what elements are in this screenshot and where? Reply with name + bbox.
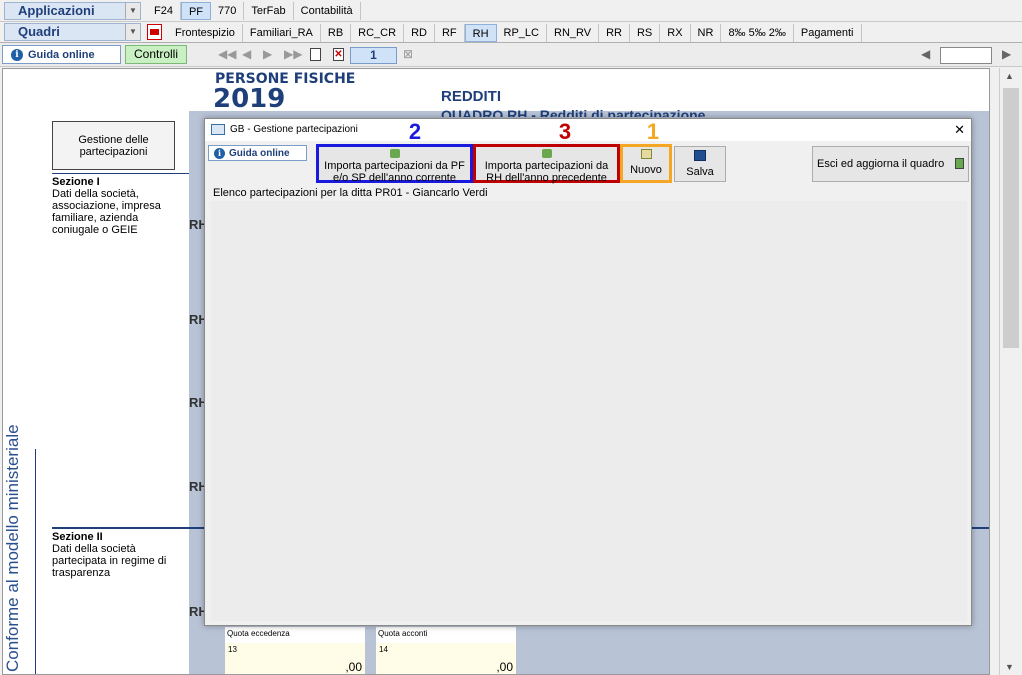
import-rh-button[interactable]: Importa partecipazioni da RH dell'anno p…	[473, 144, 620, 184]
esci-label: Esci ed aggiorna il quadro	[817, 158, 945, 170]
vertical-scrollbar[interactable]: ▲ ▼	[999, 68, 1021, 675]
last-page-icon[interactable]: ▶▶	[284, 47, 302, 61]
quadri-select[interactable]: Quadri ▼	[4, 23, 141, 41]
redditi-title: REDDITI	[441, 88, 501, 105]
import-pf-sp-label: Importa partecipazioni da PF e/o SP dell…	[324, 160, 465, 184]
partecipazioni-list[interactable]	[211, 201, 967, 621]
sezione1-desc: Dati della società, associazione, impres…	[52, 188, 161, 236]
dialog-guida-label: Guida online	[229, 147, 290, 159]
divider	[35, 449, 36, 674]
info-icon: i	[214, 147, 225, 159]
annotation-3: 3	[558, 119, 572, 144]
esci-aggiorna-button[interactable]: Esci ed aggiorna il quadro	[812, 146, 969, 182]
zoom-field[interactable]	[940, 47, 992, 64]
list-caption: Elenco partecipazioni per la ditta PR01 …	[213, 187, 488, 199]
quadro-tab-7[interactable]: RP_LC	[497, 23, 547, 42]
page-delete-icon[interactable]: ⊠	[403, 47, 413, 61]
next-page-icon[interactable]: ▶	[263, 47, 272, 61]
nuovo-label: Nuovo	[630, 164, 662, 176]
quadro-tab-9[interactable]: RR	[599, 23, 630, 42]
save-icon	[694, 150, 706, 161]
quota-acconti-field[interactable]: Quota acconti 14 ,00	[376, 627, 516, 674]
dialog-guida-online-button[interactable]: i Guida online	[208, 145, 307, 161]
prev-page-icon[interactable]: ◀	[242, 47, 251, 61]
sezione2-title: Sezione II	[52, 531, 103, 543]
quota-eccedenza-label: Quota eccedenza	[227, 629, 290, 638]
field-value: ,00	[496, 660, 513, 674]
pdf-icon[interactable]	[147, 24, 162, 40]
quadro-tab-14[interactable]: Pagamenti	[794, 23, 862, 42]
controlli-button[interactable]: Controlli	[125, 45, 187, 64]
app-tabs: F24 PF 770 TerFab Contabilità	[147, 0, 361, 22]
field-number: 13	[228, 645, 237, 654]
gestione-partecipazioni-button[interactable]: Gestione delle partecipazioni	[52, 121, 175, 170]
dialog-title: GB - Gestione partecipazioni	[230, 124, 358, 135]
salva-label: Salva	[686, 166, 714, 178]
quadro-tab-6[interactable]: RH	[464, 23, 497, 42]
app-tab-4[interactable]: Contabilità	[294, 2, 361, 20]
top-toolbar: Applicazioni ▼ F24 PF 770 TerFab Contabilità	[0, 0, 1022, 22]
window-icon	[211, 124, 225, 135]
quadro-tab-12[interactable]: NR	[691, 23, 722, 42]
guida-online-button[interactable]: i Guida online	[2, 45, 121, 64]
quadro-tab-0[interactable]: Frontespizio	[168, 23, 243, 42]
import-icon	[541, 149, 552, 158]
quadro-tab-1[interactable]: Familiari_RA	[243, 23, 321, 42]
quadro-tab-10[interactable]: RS	[630, 23, 661, 42]
app-tab-2[interactable]: 770	[211, 2, 245, 20]
app-tab-0[interactable]: F24	[147, 2, 181, 20]
scroll-thumb[interactable]	[1003, 88, 1019, 348]
dialog-titlebar: GB - Gestione partecipazioni ✕	[205, 119, 971, 141]
chevron-down-icon[interactable]: ▼	[125, 24, 140, 40]
quadro-tab-2[interactable]: RB	[321, 23, 352, 42]
scroll-down-icon[interactable]: ▼	[1005, 662, 1014, 672]
quadro-tab-3[interactable]: RC_CR	[351, 23, 405, 42]
app-tab-1[interactable]: PF	[180, 2, 212, 20]
import-icon	[389, 149, 400, 158]
quadro-tab-4[interactable]: RD	[404, 23, 435, 42]
quadro-tab-5[interactable]: RF	[435, 23, 465, 42]
field-number: 14	[379, 645, 388, 654]
quadro-tab-11[interactable]: RX	[660, 23, 691, 42]
guida-online-label: Guida online	[28, 48, 95, 61]
chevron-down-icon[interactable]: ▼	[125, 3, 140, 19]
sezione2-desc: Dati della società partecipata in regime…	[52, 543, 167, 579]
import-rh-label: Importa partecipazioni da RH dell'anno p…	[484, 160, 609, 184]
nuovo-button[interactable]: Nuovo	[620, 144, 672, 183]
applicazioni-select[interactable]: Applicazioni ▼	[4, 2, 141, 20]
scroll-right-icon[interactable]: ▶	[1002, 47, 1011, 61]
quadri-toolbar: Quadri ▼ Frontespizio Familiari_RA RB RC_CR…	[0, 22, 1022, 43]
new-icon	[640, 149, 652, 159]
quadro-tab-13[interactable]: 8‰ 5‰ 2‰	[721, 23, 794, 42]
exit-icon	[955, 158, 964, 169]
field-value: ,00	[345, 660, 362, 674]
quadro-tab-8[interactable]: RN_RV	[547, 23, 600, 42]
sezione1-title: Sezione I	[52, 176, 100, 188]
quadri-tabs: Frontespizio Familiari_RA RB RC_CR RD RF RH RP_…	[168, 22, 862, 43]
close-icon[interactable]: ✕	[954, 122, 965, 138]
quadro-title: QUADRO RH - Redditi di partecipazione	[441, 107, 706, 117]
quota-acconti-label: Quota acconti	[378, 629, 428, 638]
new-page-icon[interactable]	[310, 48, 321, 61]
annotation-2: 2	[408, 119, 422, 144]
salva-button[interactable]: Salva	[674, 146, 726, 182]
import-pf-sp-button[interactable]: Importa partecipazioni da PF e/o SP dell…	[316, 144, 473, 184]
quadri-label: Quadri	[18, 24, 60, 39]
scroll-up-icon[interactable]: ▲	[1005, 71, 1014, 81]
first-page-icon[interactable]: ◀◀	[218, 47, 236, 61]
year-title: 2019	[213, 84, 286, 114]
delete-page-icon[interactable]: ✕	[333, 48, 344, 61]
scroll-left-icon[interactable]: ◀	[921, 47, 930, 61]
page-number-field[interactable]: 1	[350, 47, 397, 64]
annotation-1: 1	[646, 119, 660, 144]
quota-eccedenza-field[interactable]: Quota eccedenza 13 ,00	[225, 627, 365, 674]
applicazioni-label: Applicazioni	[18, 3, 95, 18]
divider	[52, 173, 189, 174]
gestione-partecipazioni-dialog: GB - Gestione partecipazioni ✕ i Guida o…	[204, 118, 972, 626]
info-icon: i	[11, 48, 23, 61]
app-tab-3[interactable]: TerFab	[244, 2, 294, 20]
side-vertical-text: Conforme al modello ministeriale	[3, 424, 22, 672]
